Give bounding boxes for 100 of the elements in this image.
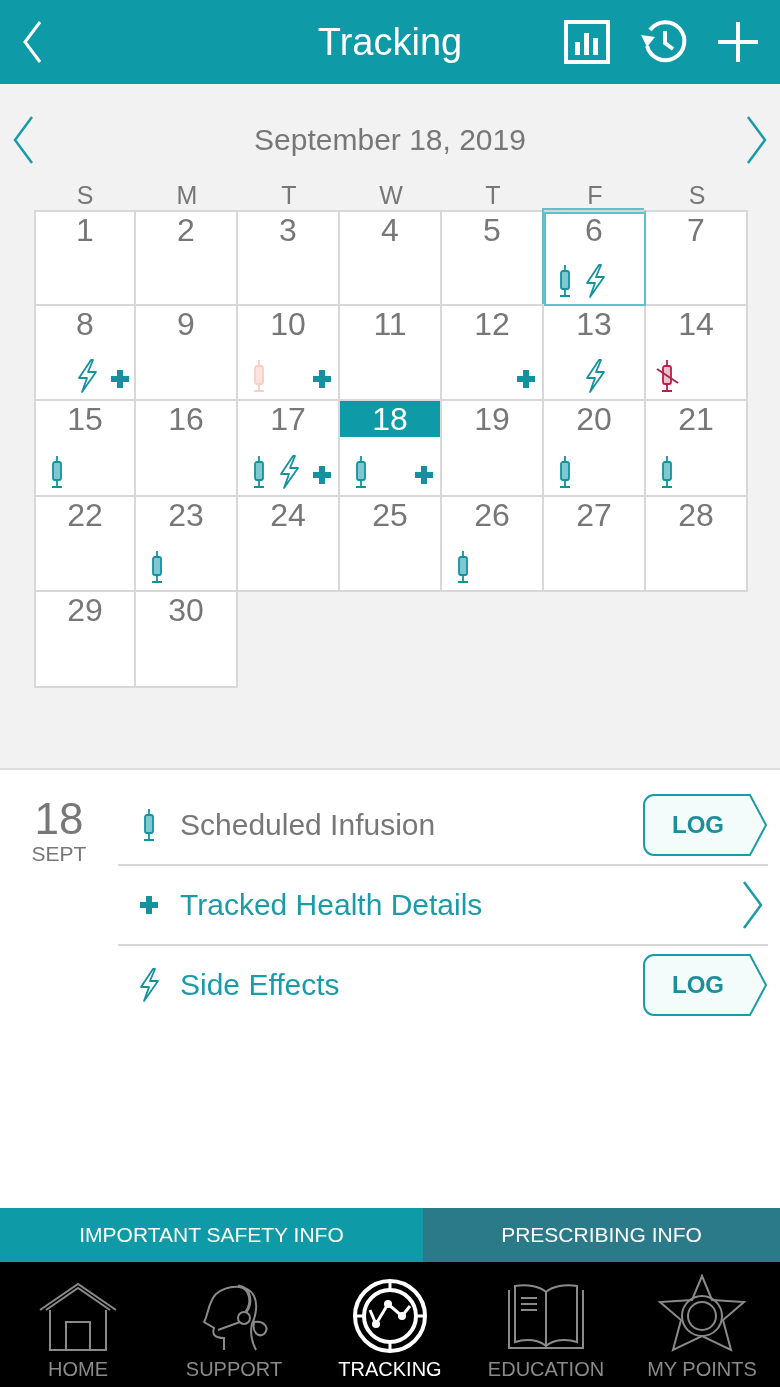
day-number: 14 (677, 305, 715, 342)
calendar-day[interactable]: 19 (442, 401, 544, 497)
star-badge-icon (657, 1274, 747, 1354)
weekday-label: W (378, 181, 404, 210)
calendar-day[interactable]: 24 (238, 496, 340, 592)
lightning-icon (584, 263, 606, 298)
trend-circle-icon (350, 1278, 430, 1354)
chart-icon[interactable] (564, 20, 610, 64)
calendar-day[interactable]: 11 (340, 305, 442, 401)
calendar-day[interactable]: 14 (646, 305, 748, 401)
day-number: 7 (686, 212, 706, 248)
day-number: 23 (167, 496, 205, 533)
day-number: 27 (575, 496, 613, 533)
calendar-day[interactable]: 26 (442, 496, 544, 592)
calendar-day[interactable]: 27 (544, 496, 646, 592)
calendar-day[interactable]: 6 (544, 210, 646, 306)
calendar-day[interactable]: 21 (646, 401, 748, 497)
plus-icon (312, 464, 332, 485)
day-number: 18 (340, 401, 440, 437)
calendar-day[interactable]: 25 (340, 496, 442, 592)
weekday-label: M (175, 181, 199, 210)
calendar-day[interactable]: 1 (34, 210, 136, 306)
calendar-day[interactable]: 8 (34, 305, 136, 401)
screen-title: Tracking (316, 20, 464, 64)
calendar-day[interactable]: 13 (544, 305, 646, 401)
day-number: 26 (473, 496, 511, 533)
day-number: 16 (167, 401, 205, 437)
day-number: 8 (75, 305, 95, 342)
day-number: 4 (380, 212, 400, 248)
lightning-icon (138, 968, 160, 1002)
calendar-day[interactable]: 20 (544, 401, 646, 497)
calendar-day[interactable]: 3 (238, 210, 340, 306)
calendar-day[interactable]: 9 (136, 305, 238, 401)
weekday-label: F (586, 181, 604, 210)
plus-icon (110, 369, 130, 389)
calendar-day[interactable]: 15 (34, 401, 136, 497)
next-month-icon[interactable] (746, 115, 768, 165)
day-number: 20 (575, 401, 613, 437)
weekday-label: S (75, 181, 95, 210)
day-number: 21 (677, 401, 715, 437)
calendar-day[interactable]: 18 (340, 401, 442, 497)
calendar-day[interactable]: 12 (442, 305, 544, 401)
day-number: 12 (473, 305, 511, 342)
plus-icon (139, 895, 159, 915)
day-number: 22 (66, 496, 104, 533)
day-number: 17 (269, 401, 307, 437)
plus-icon (414, 464, 434, 485)
house-icon (38, 1282, 118, 1354)
calendar-day[interactable]: 5 (442, 210, 544, 306)
lightning-icon (76, 359, 98, 393)
detail-month: SEPT (31, 842, 87, 866)
calendar-day[interactable]: 22 (34, 496, 136, 592)
row-label: Tracked Health Details (180, 888, 483, 922)
day-number: 30 (167, 592, 205, 628)
tracking-row[interactable]: Side Effects LOG (118, 946, 768, 1024)
weekday-label: S (687, 181, 707, 210)
calendar-day[interactable]: 10 (238, 305, 340, 401)
day-number: 6 (584, 212, 604, 248)
plus-icon (312, 369, 332, 389)
info-link[interactable]: PRESCRIBING INFO (423, 1208, 780, 1262)
info-link[interactable]: IMPORTANT SAFETY INFO (0, 1208, 423, 1262)
day-number: 2 (176, 212, 196, 248)
tracking-row[interactable]: Tracked Health Details (118, 866, 768, 946)
day-number: 10 (269, 305, 307, 342)
day-number: 9 (176, 305, 196, 342)
calendar-day[interactable]: 16 (136, 401, 238, 497)
add-icon[interactable] (716, 20, 760, 64)
day-number: 28 (677, 496, 715, 533)
crossed-syringe-icon (654, 359, 680, 393)
log-button[interactable]: LOG (642, 793, 768, 857)
calendar-day[interactable]: 4 (340, 210, 442, 306)
calendar-day[interactable]: 29 (34, 592, 136, 688)
lightning-icon (584, 359, 606, 393)
day-number: 15 (66, 401, 104, 437)
calendar-day[interactable]: 30 (136, 592, 238, 688)
chevron-right-icon[interactable] (742, 880, 764, 930)
log-button[interactable]: LOG (642, 953, 768, 1017)
day-number: 29 (66, 592, 104, 628)
weekday-label: T (280, 181, 298, 210)
calendar-day[interactable]: 17 (238, 401, 340, 497)
day-number: 25 (371, 496, 409, 533)
detail-day: 18 (34, 796, 84, 842)
plus-icon (516, 369, 536, 389)
lightning-icon (278, 454, 300, 489)
row-label: Scheduled Infusion (180, 808, 436, 842)
tracking-row[interactable]: Scheduled Infusion LOG (118, 786, 768, 866)
month-title: September 18, 2019 (254, 123, 526, 157)
day-number: 1 (75, 212, 95, 248)
day-number: 5 (482, 212, 502, 248)
history-icon[interactable] (638, 19, 688, 65)
row-label: Side Effects (180, 968, 340, 1002)
previous-month-icon[interactable] (12, 115, 34, 165)
weekday-label: T (484, 181, 502, 210)
calendar-day[interactable]: 23 (136, 496, 238, 592)
calendar-day[interactable]: 2 (136, 210, 238, 306)
calendar-day[interactable]: 7 (646, 210, 748, 306)
back-icon[interactable] (22, 20, 42, 64)
day-number: 24 (269, 496, 307, 533)
calendar-day[interactable]: 28 (646, 496, 748, 592)
day-number: 19 (473, 401, 511, 437)
